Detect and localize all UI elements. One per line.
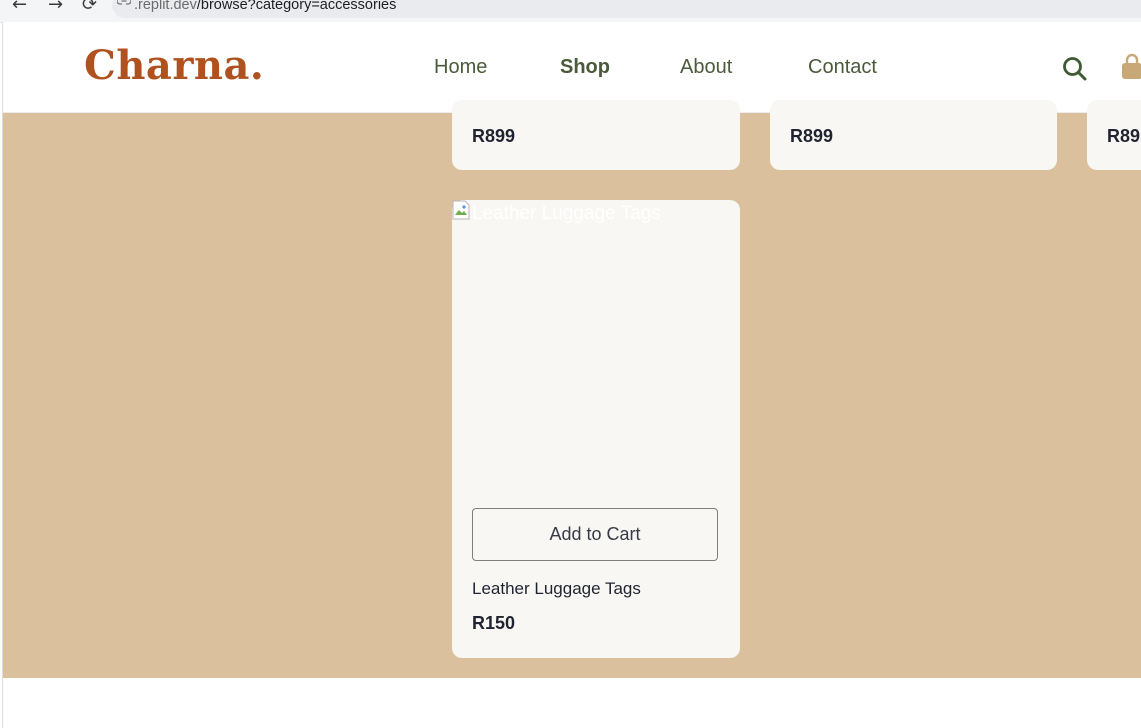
add-to-cart-button[interactable]: Add to Cart xyxy=(472,508,718,561)
image-alt-text: Leather Luggage Tags xyxy=(472,203,661,224)
reload-icon[interactable]: ⟳ xyxy=(82,0,97,16)
url-text: .replit.dev/browse?category=accessories xyxy=(134,0,396,16)
product-image[interactable]: Leather Luggage Tags xyxy=(452,200,740,490)
header-overlay xyxy=(3,22,1141,112)
url-host: .replit.dev xyxy=(134,0,197,13)
page-footer xyxy=(3,678,1141,728)
forward-icon[interactable]: → xyxy=(48,0,63,16)
broken-image-icon xyxy=(452,200,470,220)
product-price: R899 xyxy=(790,126,834,146)
product-name[interactable]: Leather Luggage Tags xyxy=(472,579,641,599)
product-price: R899 xyxy=(472,126,516,146)
product-price: R150 xyxy=(472,613,516,633)
product-price: R89 xyxy=(1107,126,1141,146)
url-path: /browse?category=accessories xyxy=(196,0,397,13)
back-icon[interactable]: ← xyxy=(12,0,27,16)
link-icon xyxy=(117,0,131,5)
